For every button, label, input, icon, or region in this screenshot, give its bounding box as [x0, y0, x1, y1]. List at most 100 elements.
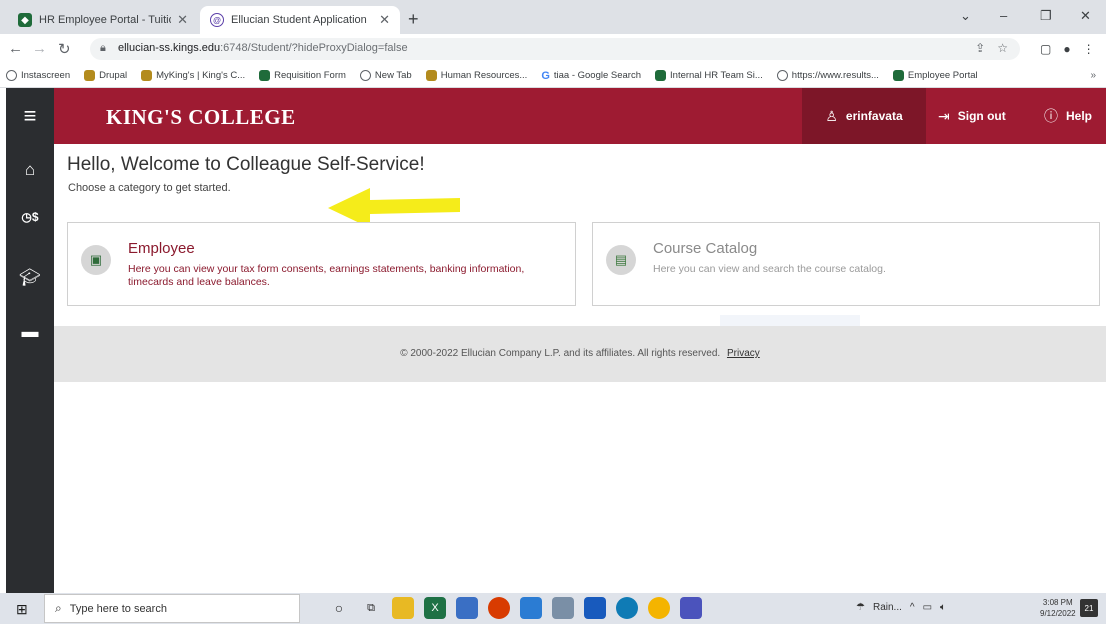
bookmark-item[interactable]: Drupal [84, 70, 127, 81]
tab-hr-employee-portal[interactable]: ◆ HR Employee Portal - Tuition Exc ✕ [8, 6, 198, 34]
restore-button[interactable]: ❐ [1040, 8, 1052, 24]
bookmark-label: Internal HR Team Si... [670, 70, 763, 81]
ellucian-icon: @ [210, 13, 224, 27]
profile-icon[interactable]: ● [1063, 42, 1070, 56]
globe-icon [359, 70, 371, 81]
card-title: Course Catalog [653, 240, 758, 257]
bookmarks-overflow-icon[interactable]: » [1090, 70, 1096, 81]
task-view-icon[interactable]: ⧉ [360, 597, 382, 619]
help-label: Help [1066, 109, 1093, 123]
close-tab-icon[interactable]: ✕ [379, 12, 390, 28]
close-tab-icon[interactable]: ✕ [177, 12, 188, 28]
notification-center-icon[interactable]: 21 [1080, 599, 1098, 617]
employee-badge-icon: ▣ [81, 245, 111, 275]
cortana-icon[interactable]: ○ [328, 597, 350, 619]
lock-icon: 🔒︎ [100, 42, 106, 54]
sign-out-label: Sign out [957, 109, 1006, 123]
network-icon[interactable]: ▭ [923, 602, 932, 613]
clock-date: 9/12/2022 [1040, 609, 1076, 618]
toolbar-extensions: ▢ ● ⋮ [1040, 42, 1095, 56]
new-tab-button[interactable]: + [408, 9, 419, 30]
home-icon[interactable]: ⌂ [6, 160, 54, 180]
bookmark-item[interactable]: Internal HR Team Si... [655, 70, 763, 81]
reload-button[interactable]: ↻ [58, 40, 71, 58]
shield-icon [141, 70, 153, 81]
briefcase-icon[interactable]: ▬ [6, 322, 54, 342]
bookmark-item[interactable]: MyKing's | King's C... [141, 70, 245, 81]
browser-tab-strip: ◆ HR Employee Portal - Tuition Exc ✕ @ E… [0, 0, 1106, 34]
share-icon[interactable]: ⇪ [975, 41, 985, 55]
url-text: ellucian-ss.kings.edu:6748/Student/?hide… [118, 42, 408, 54]
menu-kebab-icon[interactable]: ⋮ [1083, 42, 1095, 56]
college-brand[interactable]: KING'S COLLEGE [106, 105, 296, 130]
bookmark-item[interactable]: https://www.results... [776, 70, 879, 81]
forward-button[interactable]: → [32, 40, 47, 57]
bookmark-label: New Tab [374, 70, 412, 81]
weather-icon[interactable]: ☂ [856, 602, 865, 613]
help-button[interactable]: ⓘ Help [1044, 88, 1092, 144]
chrome-icon[interactable] [648, 597, 670, 619]
volume-icon[interactable]: 🔈︎ [940, 602, 946, 613]
hr-portal-icon [892, 70, 904, 81]
tab-title: HR Employee Portal - Tuition Exc [39, 14, 171, 26]
globe-icon [6, 70, 17, 81]
teams-icon[interactable] [680, 597, 702, 619]
help-icon: ⓘ [1044, 108, 1058, 124]
footer-text: © 2000-2022 Ellucian Company L.P. and it… [54, 348, 1106, 359]
close-window-button[interactable]: ✕ [1080, 8, 1091, 24]
hr-portal-icon: ◆ [18, 13, 32, 27]
outlook-icon[interactable] [520, 597, 542, 619]
username: erinfavata [845, 109, 903, 123]
privacy-link[interactable]: Privacy [727, 348, 760, 359]
course-catalog-card[interactable]: ▤ Course Catalog Here you can view and s… [592, 222, 1100, 306]
url-field[interactable]: 🔒︎ ellucian-ss.kings.edu:6748/Student/?h… [90, 38, 1020, 60]
system-tray: ☂ Rain... ^ ▭ 🔈︎ [856, 602, 946, 613]
back-button[interactable]: ← [8, 40, 23, 57]
app-header: KING'S COLLEGE ♙ erinfavata ⇥ Sign out ⓘ… [54, 88, 1106, 144]
bookmark-label: tiaa - Google Search [553, 70, 642, 81]
app-icon[interactable] [488, 597, 510, 619]
windows-taskbar: ⊞ ⌕ Type here to search ○ ⧉ X ☂ Rain... … [0, 593, 1106, 624]
hamburger-menu-icon[interactable]: ≡ [6, 88, 54, 144]
word-icon[interactable] [584, 597, 606, 619]
taskbar-search-input[interactable]: ⌕ Type here to search [44, 594, 300, 623]
user-icon: ♙ [825, 107, 838, 124]
bookmark-item[interactable]: New Tab [359, 70, 412, 81]
clock-time: 3:08 PM [1042, 598, 1073, 607]
omnibox-actions: ⇪ ☆ [975, 41, 1008, 55]
page-footer: © 2000-2022 Ellucian Company L.P. and it… [54, 326, 1106, 382]
taskbar-clock[interactable]: 3:08 PM 9/12/2022 [1040, 597, 1076, 619]
excel-icon[interactable]: X [424, 597, 446, 619]
url-path: :6748/Student/?hideProxyDialog=false [220, 42, 408, 54]
bookmark-item[interactable]: Gtiaa - Google Search [541, 70, 641, 82]
bookmark-item[interactable]: Human Resources... [425, 70, 528, 81]
tab-ellucian-student-application[interactable]: @ Ellucian Student Application ✕ [200, 6, 400, 34]
graduation-cap-icon[interactable]: 🎓︎ [6, 268, 54, 288]
page-title: Hello, Welcome to Colleague Self-Service… [67, 154, 425, 175]
chevron-up-icon[interactable]: ^ [910, 602, 915, 613]
page-subtitle: Choose a category to get started. [68, 182, 231, 194]
bookmark-item[interactable]: Requisition Form [259, 70, 346, 81]
edge-icon[interactable] [616, 597, 638, 619]
time-entry-icon[interactable]: ◷$ [6, 210, 54, 224]
file-explorer-icon[interactable] [392, 597, 414, 619]
bookmark-label: https://www.results... [791, 70, 879, 81]
tab-search-icon[interactable]: ⌄ [960, 8, 971, 24]
employee-card[interactable]: ▣ Employee Here you can view your tax fo… [67, 222, 576, 306]
windows-start-icon[interactable]: ⊞ [16, 601, 28, 618]
card-description: Here you can view and search the course … [653, 263, 886, 275]
hr-portal-icon [655, 70, 667, 81]
weather-text[interactable]: Rain... [873, 602, 902, 613]
calendar-icon[interactable] [456, 597, 478, 619]
user-menu-button[interactable]: ♙ erinfavata [802, 88, 926, 144]
shield-icon [425, 70, 437, 81]
sign-out-button[interactable]: ⇥ Sign out [938, 88, 1006, 144]
sidebar-icon[interactable]: ▢ [1040, 42, 1051, 56]
bookmark-star-icon[interactable]: ☆ [997, 41, 1008, 55]
bookmarks-bar: Instascreen Drupal MyKing's | King's C..… [0, 64, 1106, 88]
bookmark-item[interactable]: Instascreen [6, 70, 70, 81]
bookmark-item[interactable]: Employee Portal [892, 70, 978, 81]
minimize-button[interactable]: – [1000, 8, 1007, 23]
bookmark-label: Human Resources... [440, 70, 528, 81]
app-icon[interactable] [552, 597, 574, 619]
